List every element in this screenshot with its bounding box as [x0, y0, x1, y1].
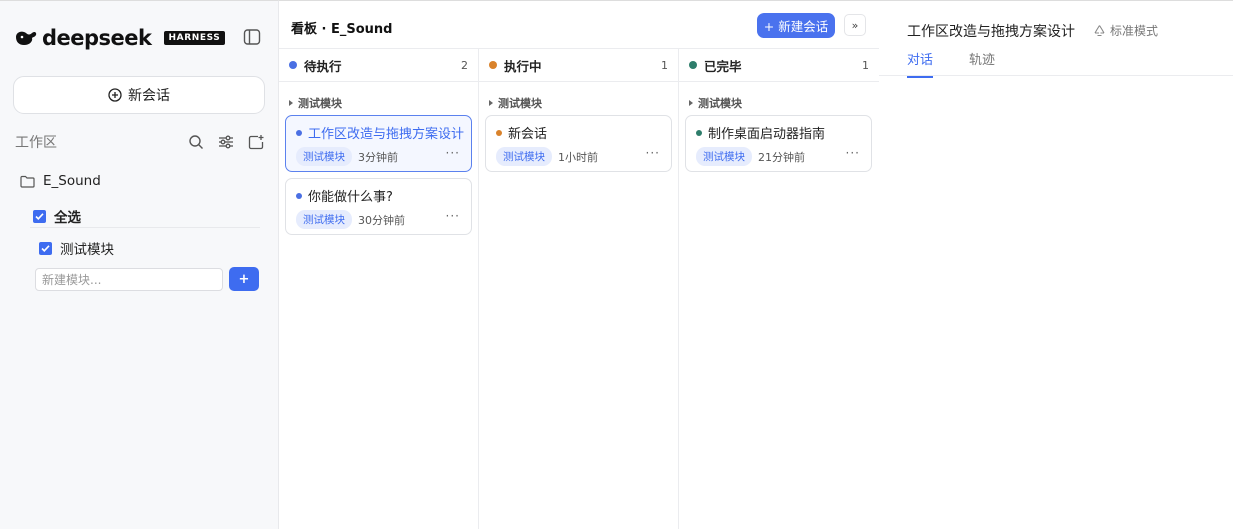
- card-dot: [696, 129, 702, 136]
- detail-tabs: 对话 轨迹: [907, 49, 995, 78]
- card-title: 你能做什么事?: [308, 190, 393, 205]
- column-header: 执行中 1: [479, 49, 678, 82]
- card-tag: 测试模块: [496, 147, 552, 166]
- tab-trace[interactable]: 轨迹: [969, 49, 995, 78]
- new-chat-button[interactable]: 新会话: [13, 76, 265, 114]
- select-all-row[interactable]: 全选: [33, 206, 81, 226]
- card-tag: 测试模块: [296, 147, 352, 166]
- tabs-divider: [879, 75, 1233, 76]
- group-toggle[interactable]: 测试模块: [289, 95, 342, 111]
- workspace-folder-e-sound[interactable]: E_Sound: [20, 173, 101, 189]
- mode-selector[interactable]: 标准模式: [1093, 22, 1158, 39]
- column-pending: 待执行 2 测试模块 工作区改造与拖拽方案设计 测试模块 3分钟前 ··· 你能做…: [279, 49, 479, 529]
- card-tag: 测试模块: [696, 147, 752, 166]
- folder-icon: [20, 175, 35, 188]
- column-name: 待执行: [304, 58, 342, 74]
- board-title: 看板 · E_Sound: [291, 22, 393, 37]
- task-card[interactable]: 制作桌面启动器指南 测试模块 21分钟前 ···: [685, 115, 872, 172]
- column-done: 已完毕 1 测试模块 制作桌面启动器指南 测试模块 21分钟前 ···: [679, 49, 879, 529]
- task-card[interactable]: 新会话 测试模块 1小时前 ···: [485, 115, 672, 172]
- new-module-input[interactable]: [35, 268, 223, 291]
- workspace-name: E_Sound: [43, 173, 101, 189]
- workspace-header: 工作区: [15, 132, 265, 152]
- column-in-progress: 执行中 1 测试模块 新会话 测试模块 1小时前 ···: [479, 49, 679, 529]
- caret-right-icon: [289, 100, 293, 106]
- sidebar: deepseek HARNESS 新会话 工作区 E_Sound 全选 测试模块…: [0, 0, 279, 529]
- logo-text: deepseek: [42, 26, 152, 50]
- more-icon[interactable]: ···: [446, 146, 460, 160]
- column-count: 1: [661, 58, 668, 72]
- detail-panel: 工作区改造与拖拽方案设计 标准模式 对话 轨迹: [879, 0, 1233, 529]
- add-module-button[interactable]: +: [229, 267, 259, 291]
- more-icon[interactable]: ···: [446, 209, 460, 223]
- status-dot: [489, 61, 497, 69]
- mode-label: 标准模式: [1110, 24, 1159, 38]
- group-toggle[interactable]: 测试模块: [489, 95, 542, 111]
- deepseek-logo[interactable]: deepseek HARNESS: [14, 26, 226, 50]
- caret-right-icon: [689, 100, 693, 106]
- column-name: 执行中: [504, 58, 542, 74]
- card-dot: [296, 129, 302, 136]
- select-all-label: 全选: [54, 210, 81, 226]
- whale-icon: [16, 31, 37, 45]
- plus-circle-icon: [108, 88, 122, 102]
- column-count: 1: [862, 58, 869, 72]
- card-time: 21分钟前: [758, 150, 805, 164]
- group-label: 测试模块: [298, 97, 342, 110]
- task-card[interactable]: 工作区改造与拖拽方案设计 测试模块 3分钟前 ···: [285, 115, 472, 172]
- kanban-board: 看板 · E_Sound + 新建会话 » 待执行 2 测试模块 工作区改造与拖…: [279, 0, 879, 529]
- card-title: 新会话: [508, 127, 548, 142]
- column-header: 已完毕 1: [679, 49, 879, 82]
- column-header: 待执行 2: [279, 49, 478, 82]
- module-checkbox[interactable]: [39, 241, 52, 255]
- card-title: 制作桌面启动器指南: [708, 127, 826, 142]
- detail-title: 工作区改造与拖拽方案设计: [907, 24, 1075, 40]
- add-folder-icon[interactable]: [248, 134, 265, 150]
- filter-sliders-icon[interactable]: [218, 134, 234, 150]
- card-tag: 测试模块: [296, 210, 352, 229]
- group-toggle[interactable]: 测试模块: [689, 95, 742, 111]
- caret-right-icon: [489, 100, 493, 106]
- sidebar-toggle-icon[interactable]: [243, 28, 261, 46]
- expand-icon[interactable]: »: [844, 14, 866, 36]
- column-name: 已完毕: [704, 58, 742, 74]
- card-time: 1小时前: [558, 150, 598, 164]
- group-label: 测试模块: [498, 97, 542, 110]
- status-dot: [689, 61, 697, 69]
- new-chat-label: 新会话: [128, 88, 170, 104]
- divider: [30, 227, 260, 228]
- new-session-button[interactable]: + 新建会话: [757, 13, 835, 38]
- card-dot: [496, 129, 502, 136]
- card-title: 工作区改造与拖拽方案设计: [308, 127, 465, 142]
- workspace-title: 工作区: [15, 135, 57, 151]
- harness-badge: HARNESS: [163, 31, 226, 45]
- tab-chat[interactable]: 对话: [907, 49, 934, 78]
- more-icon[interactable]: ···: [846, 146, 860, 160]
- card-dot: [296, 192, 302, 199]
- module-label: 测试模块: [60, 242, 114, 258]
- module-row[interactable]: 测试模块: [39, 238, 114, 258]
- search-icon[interactable]: [188, 134, 204, 150]
- select-all-checkbox[interactable]: [33, 209, 46, 223]
- task-card[interactable]: 你能做什么事? 测试模块 30分钟前 ···: [285, 178, 472, 235]
- group-label: 测试模块: [698, 97, 742, 110]
- status-dot: [289, 61, 297, 69]
- card-time: 30分钟前: [358, 213, 405, 227]
- column-count: 2: [461, 58, 468, 72]
- card-time: 3分钟前: [358, 150, 398, 164]
- more-icon[interactable]: ···: [646, 146, 660, 160]
- recycle-icon: [1094, 25, 1105, 37]
